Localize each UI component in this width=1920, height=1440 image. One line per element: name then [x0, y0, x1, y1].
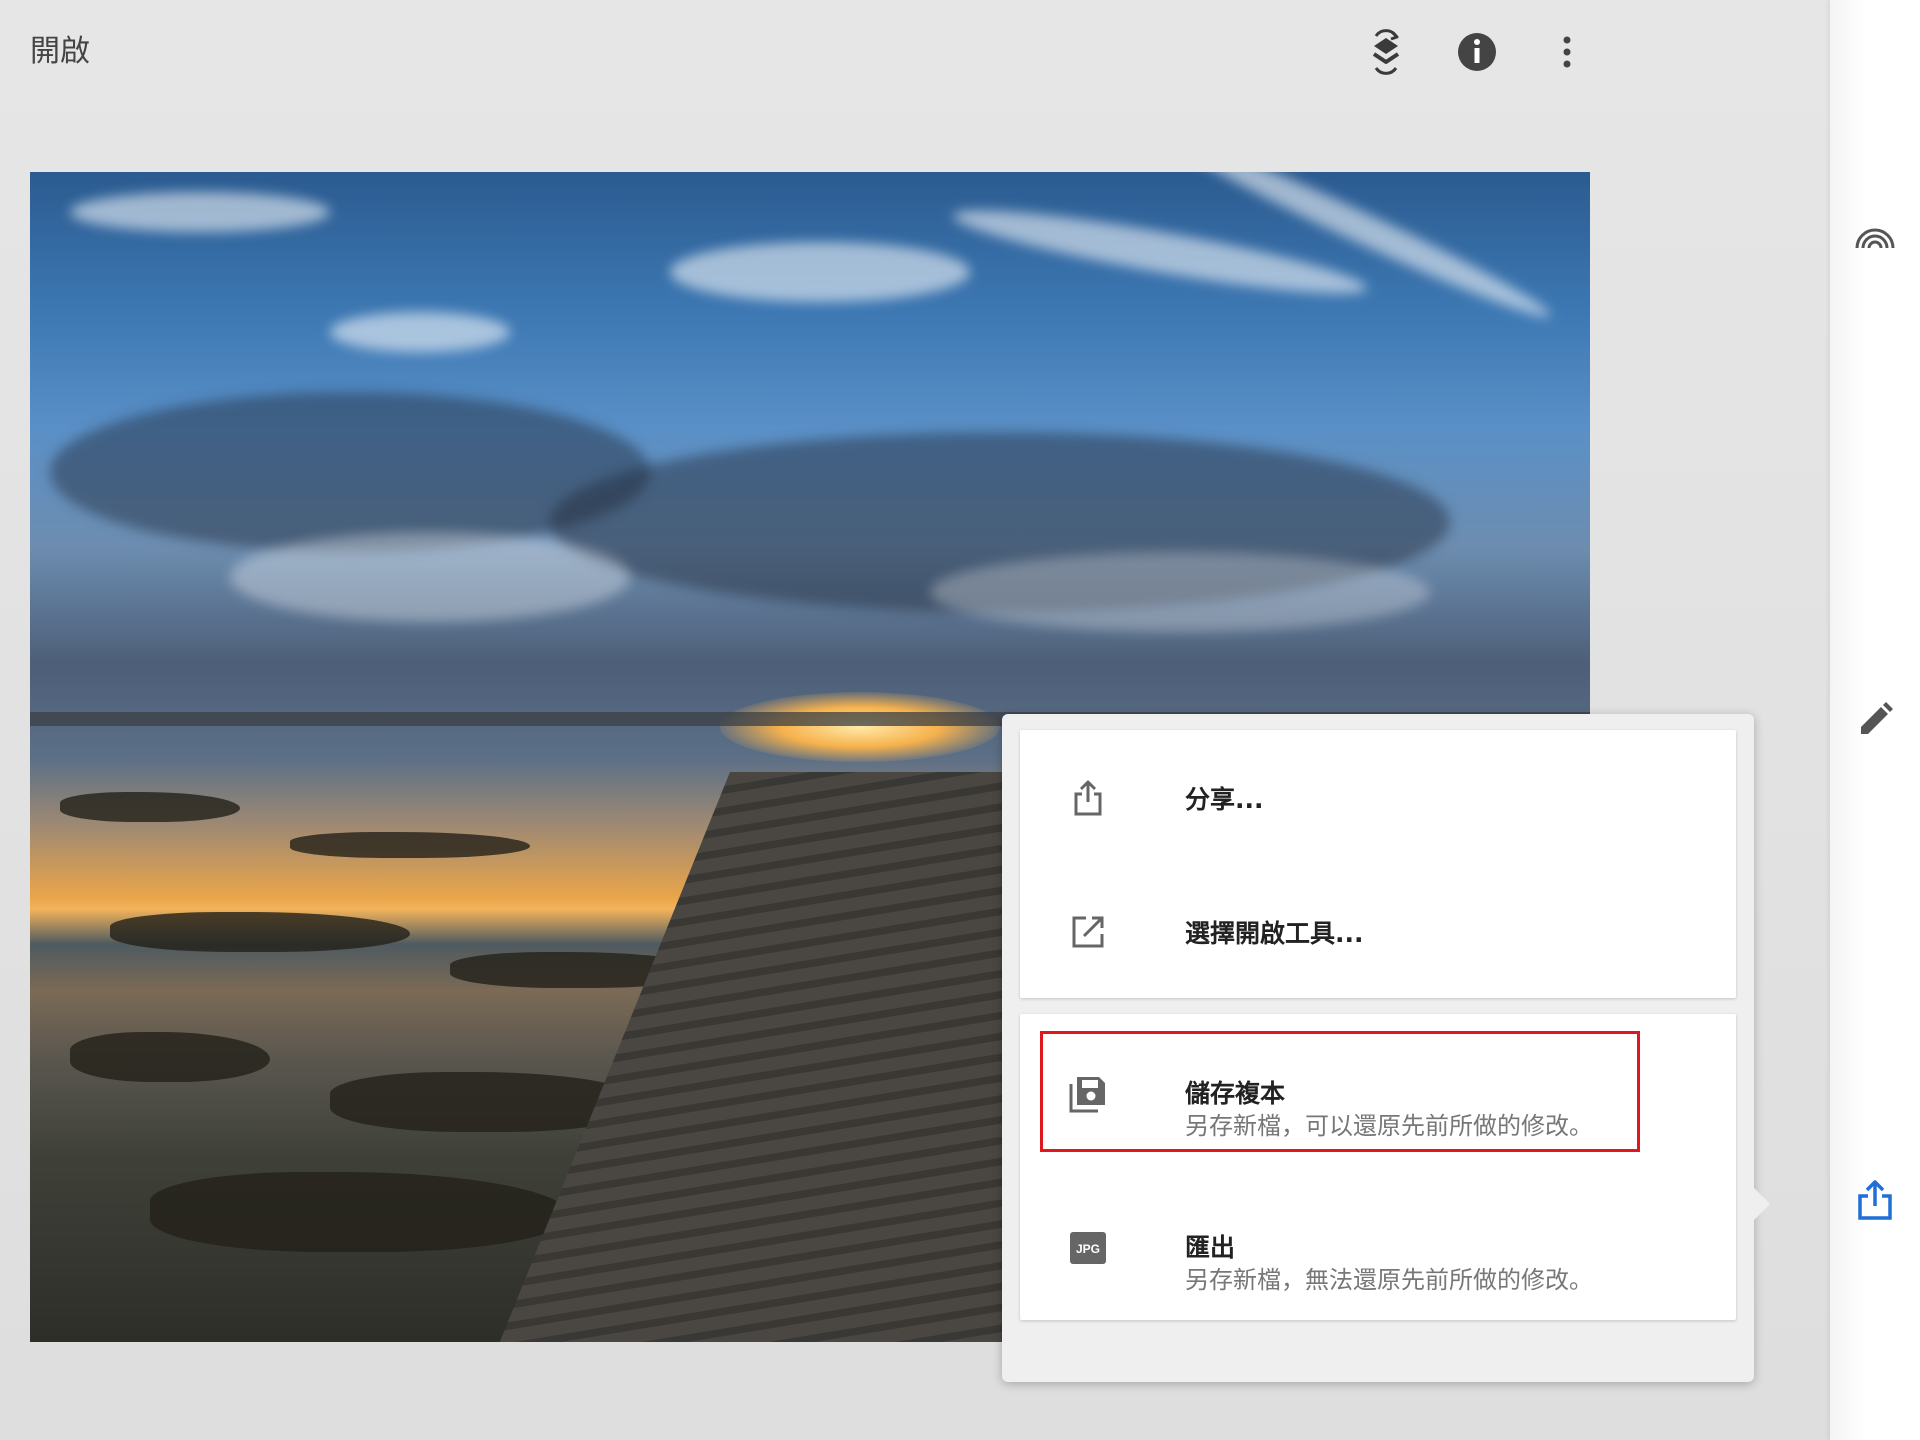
menu-item-export[interactable]: JPG 匯出 另存新檔，無法還原先前所做的修改。 — [1020, 1178, 1736, 1312]
menu-item-label: 儲存複本 — [1185, 1079, 1286, 1108]
rock — [60, 792, 240, 822]
menu-item-save-copy[interactable]: 儲存複本 另存新檔，可以還原先前所做的修改。 — [1020, 1024, 1736, 1158]
menu-item-label: 匯出 — [1185, 1233, 1236, 1262]
rock — [290, 832, 530, 858]
cloud — [70, 192, 330, 232]
cloud — [670, 242, 970, 302]
share-card: 分享... 選擇開啟工具... — [1020, 730, 1736, 998]
export-share-icon[interactable] — [1851, 1176, 1899, 1224]
menu-item-open-with[interactable]: 選擇開啟工具... — [1020, 864, 1736, 998]
more-vert-icon[interactable] — [1543, 28, 1591, 76]
menu-item-description: 另存新檔，可以還原先前所做的修改。 — [1185, 1112, 1593, 1140]
jpg-icon-text: JPG — [1076, 1242, 1100, 1256]
cloud — [230, 532, 630, 622]
open-with-icon — [1068, 912, 1108, 952]
menu-item-label: 選擇開啟工具... — [1185, 919, 1364, 948]
save-copy-icon — [1068, 1074, 1108, 1114]
info-icon[interactable] — [1453, 28, 1501, 76]
layers-swap-icon[interactable] — [1362, 28, 1410, 76]
share-icon — [1068, 778, 1108, 818]
sun-glow — [720, 692, 1000, 762]
save-card: 儲存複本 另存新檔，可以還原先前所做的修改。 JPG 匯出 另存新檔，無法還原先… — [1020, 1014, 1736, 1320]
rock — [70, 1032, 270, 1082]
jpg-icon: JPG — [1068, 1228, 1108, 1268]
menu-item-label: 分享... — [1185, 785, 1264, 814]
edit-pencil-icon[interactable] — [1851, 696, 1899, 744]
cloud — [330, 312, 510, 352]
menu-pointer — [1752, 1186, 1770, 1222]
menu-item-description: 另存新檔，無法還原先前所做的修改。 — [1185, 1266, 1593, 1294]
rock — [150, 1172, 570, 1252]
rock — [110, 912, 410, 952]
looks-styles-icon[interactable] — [1851, 218, 1899, 266]
open-button[interactable]: 開啟 — [30, 30, 90, 74]
export-menu: 分享... 選擇開啟工具... 儲存複本 另存新檔，可以還原先前所做的修改。 J… — [1002, 714, 1754, 1382]
menu-item-share[interactable]: 分享... — [1020, 730, 1736, 864]
cloud — [930, 552, 1430, 632]
